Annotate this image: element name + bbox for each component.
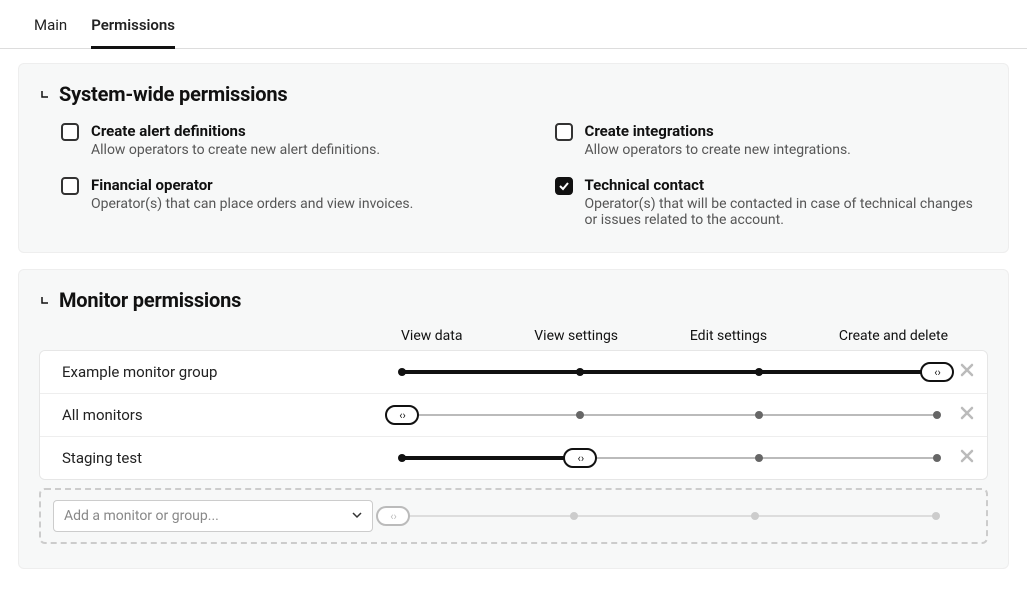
desc-financial-operator: Operator(s) that can place orders and vi… [91,196,413,212]
monitor-row: All monitors ‹› [40,394,987,437]
label-create-integrations: Create integrations [585,122,851,140]
add-monitor-row: Add a monitor or group... ‹› [39,488,988,544]
monitor-row: Staging test ‹› [40,437,987,479]
section-title-system: System-wide permissions [59,82,287,106]
monitor-name: Example monitor group [62,363,402,381]
tab-main[interactable]: Main [34,0,67,48]
permission-slider[interactable]: ‹› [402,447,937,469]
permission-slider[interactable]: ‹› [402,361,937,383]
label-technical-contact: Technical contact [585,176,989,194]
desc-create-alerts: Allow operators to create new alert defi… [91,142,380,158]
monitor-row: Example monitor group ‹› [40,351,987,394]
checkbox-technical-contact[interactable] [555,177,573,195]
slider-handle[interactable]: ‹› [385,405,419,425]
monitor-column-headers: View data View settings Edit settings Cr… [39,328,988,344]
monitor-rows: Example monitor group ‹› All monitors ‹›… [39,350,988,480]
checkbox-create-alerts[interactable] [61,123,79,141]
slider-handle[interactable]: ‹› [563,448,597,468]
col-edit-settings: Edit settings [690,328,767,344]
monitor-name: Staging test [62,449,402,467]
section-title-monitor: Monitor permissions [59,288,241,312]
monitor-permissions-panel: Monitor permissions View data View setti… [18,269,1009,569]
col-view-settings: View settings [534,328,618,344]
collapse-icon[interactable] [39,88,51,100]
label-financial-operator: Financial operator [91,176,413,194]
collapse-icon[interactable] [39,294,51,306]
permission-slider-disabled: ‹› [393,505,936,527]
permission-slider[interactable]: ‹› [402,404,937,426]
slider-handle[interactable]: ‹› [920,362,954,382]
slider-handle: ‹› [376,506,410,526]
desc-create-integrations: Allow operators to create new integratio… [585,142,851,158]
remove-row-button[interactable] [947,448,987,468]
monitor-name: All monitors [62,406,402,424]
checkbox-create-integrations[interactable] [555,123,573,141]
col-view-data: View data [401,328,462,344]
tab-permissions[interactable]: Permissions [91,0,175,48]
desc-technical-contact: Operator(s) that will be contacted in ca… [585,196,989,228]
system-permissions-panel: System-wide permissions Create alert def… [18,63,1009,253]
remove-row-button[interactable] [947,405,987,425]
col-create-delete: Create and delete [839,328,948,344]
checkbox-financial-operator[interactable] [61,177,79,195]
label-create-alerts: Create alert definitions [91,122,380,140]
add-monitor-select[interactable]: Add a monitor or group... [53,500,373,532]
tabbar: Main Permissions [0,0,1027,49]
